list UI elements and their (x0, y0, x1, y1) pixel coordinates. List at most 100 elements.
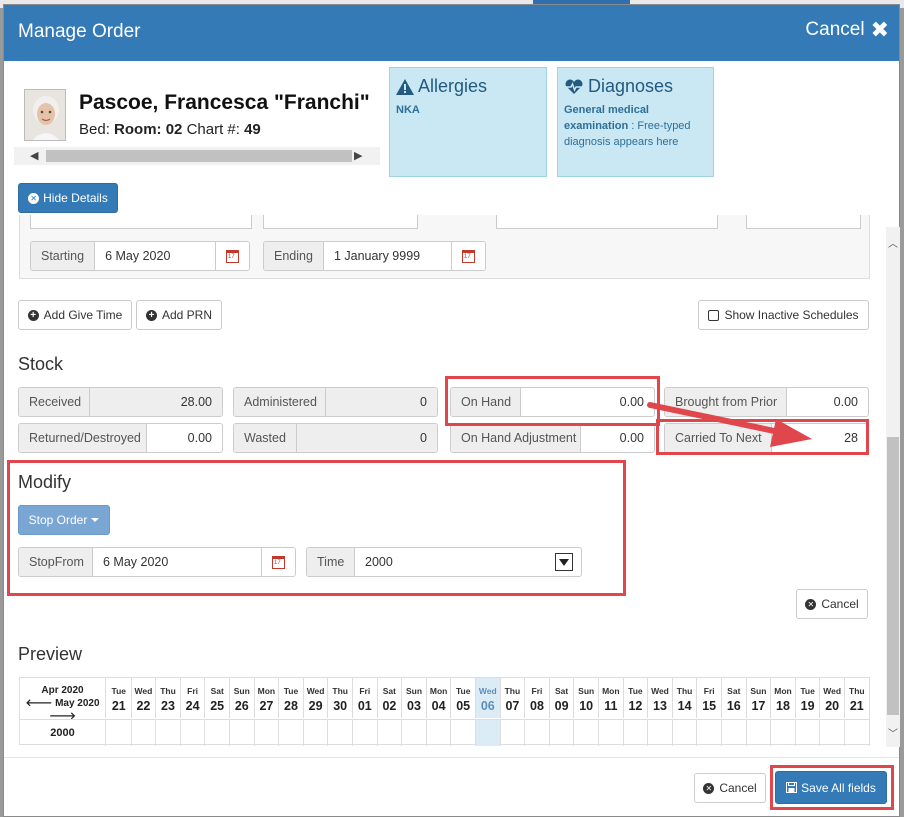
footer-cancel-button[interactable]: ✕ Cancel (694, 773, 766, 803)
day-of-week: Tue (800, 686, 815, 696)
dose-cell[interactable] (353, 720, 378, 746)
dose-cell[interactable] (525, 720, 550, 746)
dose-cell[interactable] (427, 720, 452, 746)
schedule-field-partial (746, 215, 861, 229)
day-column-header: Fri 24 (181, 678, 206, 718)
ending-calendar-button[interactable]: 17 (451, 242, 485, 270)
wasted-value: 0 (297, 424, 437, 452)
dose-cell[interactable] (402, 720, 427, 746)
starting-calendar-button[interactable]: 17 (215, 242, 249, 270)
day-of-week: Wed (478, 686, 497, 696)
patient-horizontal-scrollbar[interactable]: ◀ ▶ (14, 147, 380, 165)
patient-bed-info: Bed: Room: 02 Chart #: 49 (79, 121, 261, 138)
day-column-header: Thu 30 (328, 678, 353, 718)
schedule-field-partial (30, 215, 252, 229)
dose-cell[interactable] (255, 720, 280, 746)
day-column-header: Tue 21 (107, 678, 132, 718)
day-number: 03 (407, 699, 421, 713)
arrow-left-icon[interactable]: 🡐 (25, 698, 52, 709)
day-column-header: Thu 23 (156, 678, 181, 718)
time-select[interactable]: 2000 (355, 548, 555, 576)
checkbox-icon (708, 309, 720, 321)
dose-cell[interactable] (107, 720, 132, 746)
day-of-week: Thu (504, 686, 521, 696)
day-column-header: Tue 28 (279, 678, 304, 718)
day-column-header: Tue 12 (624, 678, 649, 718)
stopfrom-label: StopFrom (19, 548, 93, 576)
warning-icon (396, 78, 414, 95)
dose-cell[interactable] (156, 720, 181, 746)
dose-cell[interactable] (845, 720, 870, 746)
scrollbar-thumb[interactable] (46, 150, 352, 162)
dose-cell[interactable] (501, 720, 526, 746)
stopfrom-input[interactable]: 6 May 2020 (93, 548, 261, 576)
scroll-left-icon[interactable]: ◀ (30, 147, 38, 165)
day-of-week: Sun (578, 686, 595, 696)
allergies-title-text: Allergies (418, 76, 488, 96)
show-inactive-schedules-button[interactable]: Show Inactive Schedules (698, 300, 869, 330)
dose-cell[interactable] (820, 720, 845, 746)
day-of-week: Mon (257, 686, 276, 696)
save-all-fields-button[interactable]: Save All fields (775, 771, 887, 804)
ending-input[interactable]: 1 January 9999 (324, 242, 451, 270)
day-of-week: Thu (332, 686, 348, 696)
dose-cell[interactable] (378, 720, 403, 746)
dose-cell[interactable] (771, 720, 796, 746)
day-of-week: Sat (554, 686, 569, 696)
stopfrom-calendar-button[interactable]: 17 (261, 548, 295, 576)
preview-calendar-grid: Apr 2020 🡐 May 2020 🡒 Tue 21 Wed 22 Thu 23 Fri… (19, 677, 870, 746)
modal-vertical-scrollbar[interactable]: ︿ ﹀ (886, 227, 900, 747)
dose-cell[interactable] (722, 720, 747, 746)
scroll-right-icon[interactable]: ▶ (354, 147, 362, 165)
allergies-panel: Allergies NKA (389, 67, 547, 177)
dose-cell[interactable] (328, 720, 353, 746)
dose-cell[interactable] (648, 720, 673, 746)
calendar-icon: 17 (272, 555, 285, 569)
day-of-week: Sun (750, 686, 767, 696)
add-give-time-button[interactable]: + Add Give Time (18, 300, 132, 330)
stop-order-dropdown[interactable]: Stop Order (18, 505, 110, 535)
day-of-week: Fri (187, 686, 199, 696)
dose-cell[interactable] (181, 720, 206, 746)
dose-cell[interactable] (476, 720, 501, 746)
day-column-header: Sat 25 (205, 678, 230, 718)
add-prn-button[interactable]: + Add PRN (136, 300, 222, 330)
day-of-week: Sun (233, 686, 250, 696)
previous-month-label[interactable]: Apr 2020 (20, 684, 105, 697)
day-number: 21 (111, 699, 126, 713)
footer-cancel-label: Cancel (719, 781, 757, 795)
dose-cell[interactable] (697, 720, 722, 746)
day-column-header: Mon 04 (427, 678, 452, 718)
vertical-scrollbar-thumb[interactable] (887, 437, 899, 715)
dose-cell[interactable] (624, 720, 649, 746)
dose-cell[interactable] (574, 720, 599, 746)
dose-cell[interactable] (230, 720, 255, 746)
hide-details-button[interactable]: ✕ Hide Details (18, 183, 118, 213)
time-select-toggle[interactable] (555, 548, 581, 576)
dose-cell[interactable] (747, 720, 772, 746)
header-cancel-button[interactable]: Cancel ✖ (805, 19, 889, 41)
schedule-field-partial (263, 215, 418, 229)
dose-cell[interactable] (304, 720, 329, 746)
dose-cell[interactable] (673, 720, 698, 746)
floppy-disk-icon (786, 782, 798, 793)
day-number: 30 (333, 699, 348, 713)
day-number: 14 (677, 699, 692, 713)
current-month-label: May 2020 (55, 698, 100, 709)
day-number: 23 (161, 699, 175, 713)
background-edge-right (900, 8, 904, 817)
returned-destroyed-input[interactable]: 0.00 (147, 424, 222, 452)
dose-cell[interactable] (796, 720, 821, 746)
modify-cancel-button[interactable]: ✕ Cancel (796, 589, 868, 619)
day-column-header: Wed 06 (476, 678, 501, 718)
dose-cell[interactable] (599, 720, 624, 746)
dose-cell[interactable] (205, 720, 230, 746)
dose-cell[interactable] (279, 720, 304, 746)
scroll-up-icon[interactable]: ︿ (888, 235, 898, 250)
scroll-down-icon[interactable]: ﹀ (888, 725, 898, 740)
starting-input[interactable]: 6 May 2020 (95, 242, 215, 270)
dose-cell[interactable] (451, 720, 476, 746)
dose-cell[interactable] (550, 720, 575, 746)
dose-cell[interactable] (132, 720, 157, 746)
dose-row: 2000 (20, 719, 870, 746)
